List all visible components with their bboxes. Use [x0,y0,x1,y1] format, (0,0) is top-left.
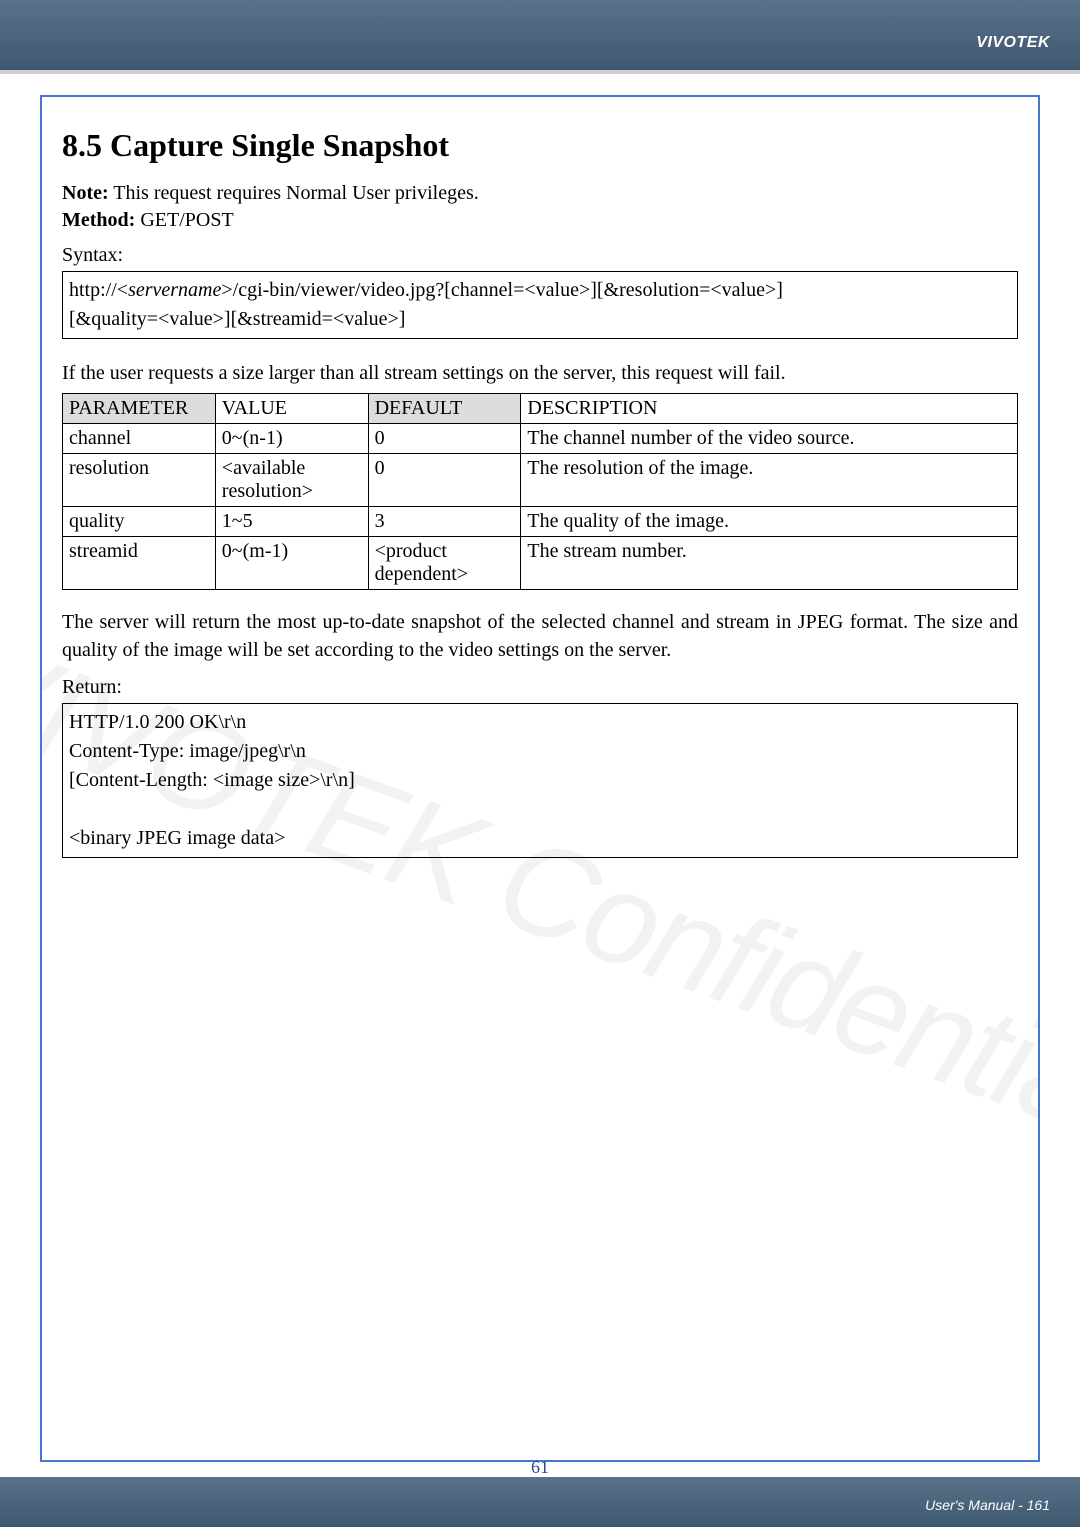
return-line: HTTP/1.0 200 OK\r\n [69,708,1011,737]
syntax-servername: servername [128,279,221,301]
return-line [69,795,1011,824]
cell-value: <available resolution> [215,454,368,507]
cell-default: 0 [368,424,521,454]
table-row: resolution <available resolution> 0 The … [63,454,1018,507]
syntax-prefix: http://< [69,279,128,301]
cell-default: 0 [368,454,521,507]
return-label: Return: [62,676,1018,699]
cell-value: 1~5 [215,507,368,537]
syntax-box: http://<servername>/cgi-bin/viewer/video… [62,271,1018,339]
cell-value: 0~(n-1) [215,424,368,454]
method-value: GET/POST [135,209,233,231]
th-param: PARAMETER [63,394,216,424]
cell-desc: The channel number of the video source. [521,424,1018,454]
method-line: Method: GET/POST [62,209,1018,232]
page: VIVOTEK VIVOTEK Confidential 8.5 Capture… [0,0,1080,1527]
header-underline [0,70,1080,74]
cell-param: resolution [63,454,216,507]
return-line: [Content-Length: <image size>\r\n] [69,766,1011,795]
section-title: Capture Single Snapshot [110,127,449,163]
syntax-suffix: >/cgi-bin/viewer/video.jpg?[channel=<val… [221,279,783,301]
table-header-row: PARAMETER VALUE DEFAULT DESCRIPTION [63,394,1018,424]
cell-desc: The quality of the image. [521,507,1018,537]
cell-desc: The stream number. [521,537,1018,590]
return-line: Content-Type: image/jpeg\r\n [69,737,1011,766]
table-row: streamid 0~(m-1) <product dependent> The… [63,537,1018,590]
manual-label: User's Manual - 161 [925,1497,1050,1513]
footer-bar: 61 User's Manual - 161 [0,1477,1080,1527]
cell-param: quality [63,507,216,537]
cell-param: streamid [63,537,216,590]
footer-inner: 61 User's Manual - 161 [30,1477,1050,1527]
body-paragraph: The server will return the most up-to-da… [62,608,1018,664]
content: 8.5 Capture Single Snapshot Note: This r… [62,127,1018,858]
th-value: VALUE [215,394,368,424]
return-line: <binary JPEG image data> [69,824,1011,853]
brand-label: VIVOTEK [976,34,1050,51]
note-text: This request requires Normal User privil… [109,182,479,204]
th-default: DEFAULT [368,394,521,424]
header-bar: VIVOTEK [0,0,1080,70]
content-frame: VIVOTEK Confidential 8.5 Capture Single … [40,95,1040,1462]
cell-default: 3 [368,507,521,537]
fail-text: If the user requests a size larger than … [62,359,1018,387]
method-label: Method: [62,209,135,231]
section-heading: 8.5 Capture Single Snapshot [62,127,1018,164]
section-number: 8.5 [62,127,102,163]
cell-param: channel [63,424,216,454]
syntax-line-2: [&quality=<value>][&streamid=<value>] [69,305,1011,334]
cell-desc: The resolution of the image. [521,454,1018,507]
note-line: Note: This request requires Normal User … [62,182,1018,205]
note-label: Note: [62,182,109,204]
table-row: channel 0~(n-1) 0 The channel number of … [63,424,1018,454]
syntax-label: Syntax: [62,244,1018,267]
return-box: HTTP/1.0 200 OK\r\n Content-Type: image/… [62,703,1018,858]
cell-value: 0~(m-1) [215,537,368,590]
syntax-line-1: http://<servername>/cgi-bin/viewer/video… [69,276,1011,305]
table-row: quality 1~5 3 The quality of the image. [63,507,1018,537]
page-number: 61 [531,1457,549,1478]
parameter-table: PARAMETER VALUE DEFAULT DESCRIPTION chan… [62,393,1018,590]
th-desc: DESCRIPTION [521,394,1018,424]
cell-default: <product dependent> [368,537,521,590]
